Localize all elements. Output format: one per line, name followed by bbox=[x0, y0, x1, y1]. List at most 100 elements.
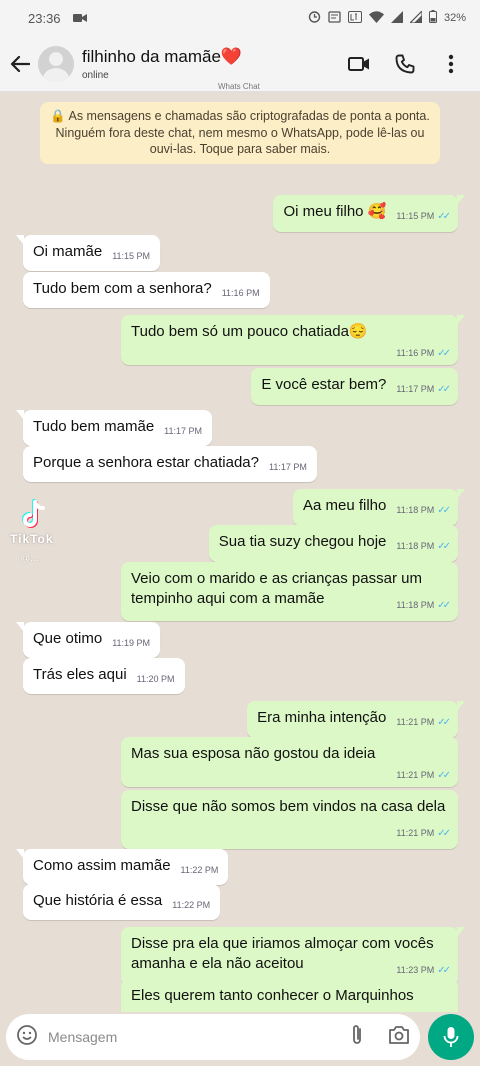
tiktok-label: TikTok bbox=[10, 532, 54, 546]
microphone-icon bbox=[443, 1027, 459, 1047]
message-time: 11:16 PM ✓✓ bbox=[396, 348, 451, 359]
message-text: Como assim mamãe bbox=[33, 857, 171, 874]
message-bubble-outgoing[interactable]: Oi meu filho 🥰 11:15 PM ✓✓ bbox=[273, 195, 465, 232]
battery-percent: 32% bbox=[443, 12, 466, 24]
message-composer[interactable]: Mensagem bbox=[6, 1014, 420, 1060]
message-time: 11:17 PM ✓✓ bbox=[396, 384, 451, 395]
camera-icon[interactable] bbox=[388, 1025, 410, 1049]
message-text: Disse pra ela que iriamos almoçar com vo… bbox=[131, 935, 434, 972]
message-text: Porque a senhora estar chatiada? bbox=[33, 454, 259, 471]
message-time: 11:18 PM ✓✓ bbox=[396, 600, 451, 611]
message-bubble-outgoing[interactable]: Disse pra ela que iriamos almoçar com vo… bbox=[121, 927, 465, 986]
message-bubble-incoming[interactable]: Que história é essa 11:22 PM bbox=[23, 884, 221, 920]
message-text: Oi mamãe bbox=[33, 243, 103, 260]
message-time: 11:19 PM bbox=[112, 638, 151, 648]
message-time: 11:21 PM ✓✓ bbox=[396, 770, 451, 781]
alarm-clock-icon bbox=[328, 10, 341, 26]
message-input[interactable]: Mensagem bbox=[48, 1029, 350, 1045]
message-text: Eles querem tanto conhecer o Marquinhos bbox=[131, 987, 414, 1004]
more-options-icon[interactable] bbox=[428, 41, 474, 87]
battery-icon bbox=[428, 10, 437, 26]
message-bubble-outgoing[interactable]: Sua tia suzy chegou hoje 11:18 PM ✓✓ bbox=[208, 525, 458, 562]
message-time: 11:21 PM ✓✓ bbox=[396, 828, 451, 839]
emoji-icon[interactable] bbox=[16, 1024, 38, 1051]
message-time: 11:18 PM ✓✓ bbox=[396, 541, 451, 552]
message-time: 11:21 PM ✓✓ bbox=[396, 717, 451, 728]
back-arrow-icon[interactable] bbox=[0, 36, 40, 92]
message-bubble-incoming[interactable]: Oi mamãe 11:15 PM bbox=[15, 235, 161, 271]
message-text: Que otimo bbox=[33, 630, 103, 647]
message-time: 11:17 PM bbox=[269, 462, 307, 472]
message-text: Tudo bem mamãe bbox=[33, 418, 155, 435]
read-ticks-icon: ✓✓ bbox=[437, 505, 451, 516]
message-text: Oi meu filho 🥰 bbox=[283, 203, 387, 220]
message-text: Tudo bem só um pouco chatiada😔 bbox=[131, 323, 368, 340]
message-bubble-outgoing[interactable]: E você estar bem? 11:17 PM ✓✓ bbox=[251, 368, 458, 405]
message-bubble-incoming[interactable]: Tudo bem com a senhora? 11:16 PM bbox=[23, 272, 270, 308]
message-bubble-outgoing[interactable]: Era minha intenção 11:21 PM ✓✓ bbox=[247, 701, 465, 738]
read-ticks-icon: ✓✓ bbox=[437, 211, 451, 222]
message-bubble-incoming[interactable]: Que otimo 11:19 PM bbox=[15, 622, 161, 658]
message-text: E você estar bem? bbox=[261, 376, 387, 393]
avatar[interactable] bbox=[38, 45, 74, 82]
attach-icon[interactable] bbox=[350, 1024, 364, 1051]
message-bubble-outgoing[interactable]: Disse que não somos bem vindos na casa d… bbox=[121, 790, 458, 849]
message-time: 11:22 PM bbox=[172, 900, 211, 910]
contact-name: filhinho da mamãe❤️ bbox=[82, 46, 243, 66]
read-ticks-icon: ✓✓ bbox=[437, 600, 451, 611]
clock: 23:36 bbox=[28, 10, 61, 26]
message-time: 11:22 PM bbox=[180, 865, 219, 875]
signal-icon bbox=[390, 10, 403, 26]
read-ticks-icon: ✓✓ bbox=[437, 348, 451, 359]
status-bar: 23:36 32% bbox=[0, 0, 480, 36]
message-time: 11:18 PM ✓✓ bbox=[396, 505, 451, 516]
alarm-icon bbox=[308, 10, 321, 26]
message-bubble-outgoing[interactable]: Tudo bem só um pouco chatiada😔 11:16 PM ✓… bbox=[121, 315, 465, 365]
message-bubble-outgoing[interactable]: Veio com o marido e as crianças passar u… bbox=[121, 562, 458, 621]
message-bubble-incoming[interactable]: Porque a senhora estar chatiada? 11:17 PM bbox=[23, 446, 317, 482]
video-record-icon bbox=[72, 11, 87, 26]
read-ticks-icon: ✓✓ bbox=[437, 384, 451, 395]
tiktok-username: @... bbox=[20, 553, 39, 564]
read-ticks-icon: ✓✓ bbox=[437, 828, 451, 839]
contact-info[interactable]: filhinho da mamãe❤️ online bbox=[82, 47, 336, 81]
message-time: 11:20 PM bbox=[136, 674, 175, 684]
watermark: Whats Chat bbox=[218, 82, 260, 91]
message-time: 11:23 PM ✓✓ bbox=[396, 965, 451, 976]
message-text: Sua tia suzy chegou hoje bbox=[218, 533, 387, 550]
signal-2-icon bbox=[408, 9, 423, 26]
read-ticks-icon: ✓✓ bbox=[437, 541, 451, 552]
message-bubble-incoming[interactable]: Trás eles aqui 11:20 PM bbox=[23, 658, 185, 694]
read-ticks-icon: ✓✓ bbox=[437, 965, 451, 976]
message-bubble-outgoing[interactable]: Eles querem tanto conhecer o Marquinhos bbox=[121, 979, 458, 1012]
chat-area[interactable]: 🔒 As mensagens e chamadas são criptograf… bbox=[0, 92, 480, 1012]
phone-call-icon[interactable] bbox=[382, 41, 428, 87]
message-bubble-outgoing[interactable]: Aa meu filho 11:18 PM ✓✓ bbox=[292, 489, 466, 526]
message-bubble-incoming[interactable]: Tudo bem mamãe 11:17 PM bbox=[15, 410, 213, 446]
message-text: Veio com o marido e as crianças passar u… bbox=[131, 570, 422, 607]
message-bubble-incoming[interactable]: Como assim mamãe 11:22 PM bbox=[15, 849, 229, 885]
message-text: Mas sua esposa não gostou da ideia bbox=[131, 745, 376, 762]
message-text: Era minha intenção bbox=[257, 709, 387, 726]
microphone-button[interactable] bbox=[428, 1014, 474, 1060]
encryption-notice-line1: 🔒 As mensagens e chamadas são criptograf… bbox=[50, 109, 430, 123]
message-text: Tudo bem com a senhora? bbox=[33, 280, 212, 297]
contact-status: online bbox=[82, 69, 109, 81]
message-text: Aa meu filho bbox=[302, 497, 387, 514]
message-text: Trás eles aqui bbox=[33, 666, 127, 683]
tiktok-watermark: TikTok @... bbox=[8, 498, 168, 568]
video-call-icon[interactable] bbox=[336, 41, 382, 87]
message-time: 11:16 PM bbox=[221, 288, 260, 298]
message-text: Que história é essa bbox=[33, 892, 163, 909]
read-ticks-icon: ✓✓ bbox=[437, 717, 451, 728]
message-text: Disse que não somos bem vindos na casa d… bbox=[131, 798, 446, 815]
message-bubble-outgoing[interactable]: Mas sua esposa não gostou da ideia 11:21… bbox=[121, 737, 458, 787]
message-time: 11:17 PM bbox=[164, 426, 203, 436]
lte-icon bbox=[347, 10, 362, 26]
message-time: 11:15 PM bbox=[112, 251, 151, 261]
wifi-icon bbox=[368, 10, 384, 26]
encryption-notice[interactable]: 🔒 As mensagens e chamadas são criptograf… bbox=[40, 102, 440, 164]
read-ticks-icon: ✓✓ bbox=[437, 770, 451, 781]
tiktok-logo-icon bbox=[22, 499, 45, 528]
message-time: 11:15 PM ✓✓ bbox=[396, 211, 451, 222]
